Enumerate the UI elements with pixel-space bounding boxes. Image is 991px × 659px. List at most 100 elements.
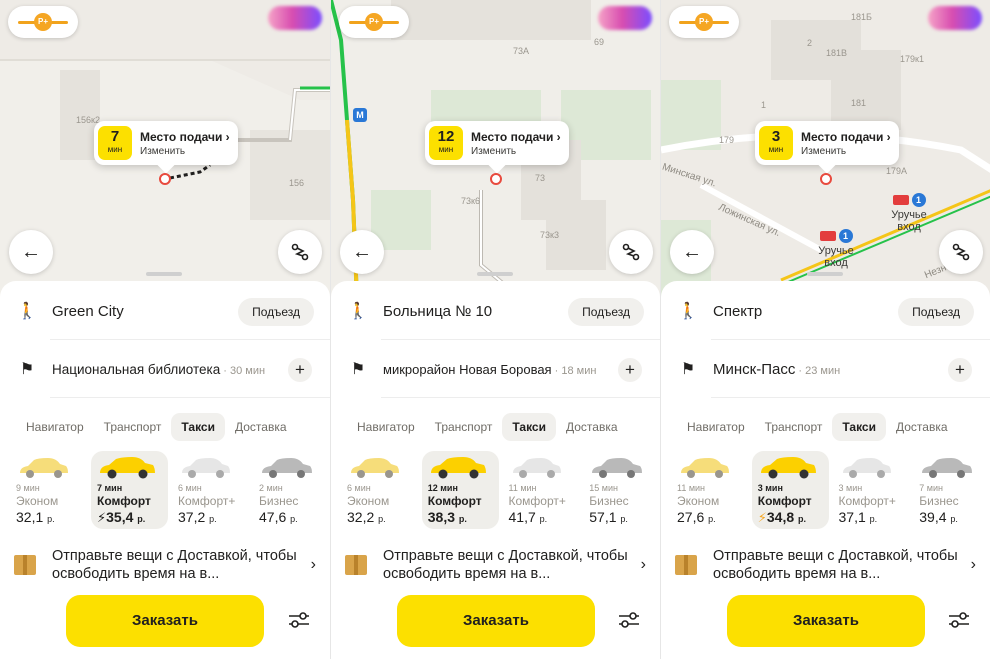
tab-taxi[interactable]: Такси (502, 413, 556, 441)
map[interactable]: M 73А 73 73к6 73к3 69 P+ 12 мин Место по… (331, 0, 660, 300)
tariff-card-econom[interactable]: 6 мин Эконом 32,2 р. (341, 451, 418, 529)
screen-2: M 73А 73 73к6 73к3 69 P+ 12 мин Место по… (330, 0, 660, 659)
tariff-currency: р. (137, 514, 146, 524)
tab-delivery[interactable]: Доставка (556, 413, 628, 441)
tariff-list: 6 мин Эконом 32,2 р. 12 мин Комфорт 38,3… (331, 451, 660, 529)
back-button[interactable]: ← (9, 230, 53, 274)
tab-delivery[interactable]: Доставка (886, 413, 958, 441)
tariff-card-comfort[interactable]: 12 мин Комфорт 38,3 р. (421, 451, 499, 529)
to-address-row[interactable]: ⚑ Национальная библиотека · 30 мин + (0, 341, 330, 397)
tariff-card-comfort-plus[interactable]: 3 мин Комфорт+ 37,1 р. (833, 451, 910, 529)
tariff-card-comfort[interactable]: 3 мин Комфорт ⚡34,8 р. (751, 451, 829, 529)
tariff-price: 35,4 (106, 509, 134, 525)
tab-taxi[interactable]: Такси (832, 413, 886, 441)
person-icon: 🚶 (17, 303, 37, 320)
add-stop-button[interactable]: + (618, 358, 642, 382)
toll-road-icon[interactable]: P+ (339, 6, 409, 38)
avatar[interactable] (928, 6, 982, 30)
route-button[interactable] (278, 230, 322, 274)
back-button[interactable]: ← (670, 230, 714, 274)
order-button[interactable]: Заказать (66, 595, 264, 647)
back-button[interactable]: ← (340, 230, 384, 274)
add-stop-button[interactable]: + (288, 358, 312, 382)
delivery-promo-banner[interactable]: Отправьте вещи с Доставкой, чтобы освобо… (0, 535, 330, 595)
tab-navigator[interactable]: Навигатор (677, 413, 755, 441)
route-button[interactable] (939, 230, 983, 274)
tariff-currency: р. (47, 514, 55, 524)
to-address-row[interactable]: ⚑ микрорайон Новая Боровая · 18 мин + (331, 341, 660, 397)
toll-road-icon[interactable]: P+ (669, 6, 739, 38)
pickup-eta-minutes: 7 (110, 128, 120, 145)
tariff-name: Бизнес (919, 494, 959, 508)
tariff-time: 15 мин (589, 483, 618, 493)
tab-navigator[interactable]: Навигатор (16, 413, 94, 441)
mode-tabs: Навигатор Транспорт Такси Доставка (331, 411, 660, 443)
add-stop-button[interactable]: + (948, 358, 972, 382)
tariff-name: Комфорт (757, 494, 812, 508)
sheet-handle[interactable] (146, 272, 182, 276)
delivery-promo-banner[interactable]: Отправьте вещи с Доставкой, чтобы освобо… (331, 535, 660, 595)
metro-entrance[interactable]: 1 Уручье вход (889, 193, 929, 233)
route-button[interactable] (609, 230, 653, 274)
house-number: 179 (719, 135, 735, 145)
tariff-currency: р. (539, 514, 548, 524)
from-address: Спектр (713, 302, 763, 320)
toll-road-icon[interactable]: P+ (8, 6, 78, 38)
tab-transport[interactable]: Транспорт (425, 413, 503, 441)
avatar[interactable] (268, 6, 322, 30)
entrance-button[interactable]: Подъезд (568, 298, 644, 326)
tab-navigator[interactable]: Навигатор (347, 413, 425, 441)
tariff-card-business[interactable]: 7 мин Бизнес 39,4 р. (913, 451, 990, 529)
plus-icon: + (295, 360, 305, 379)
pickup-point-card[interactable]: 3 мин Место подачи › Изменить (755, 121, 899, 174)
sliders-icon[interactable] (618, 611, 640, 629)
tab-taxi[interactable]: Такси (171, 413, 225, 441)
pickup-point-card[interactable]: 7 мин Место подачи › Изменить (94, 121, 238, 174)
tab-transport[interactable]: Транспорт (94, 413, 172, 441)
trip-duration: 23 мин (805, 364, 841, 377)
entrance-button[interactable]: Подъезд (238, 298, 314, 326)
tariff-price: 37,2 (178, 509, 206, 525)
tariff-card-econom[interactable]: 11 мин Эконом 27,6 р. (671, 451, 748, 529)
tariff-card-econom[interactable]: 9 мин Эконом 32,1 р. (10, 451, 87, 529)
promo-text: Отправьте вещи с Доставкой, чтобы освобо… (713, 548, 958, 582)
metro-entrance[interactable]: 1 Уручье вход (816, 229, 856, 269)
tab-transport[interactable]: Транспорт (755, 413, 833, 441)
mode-tabs: Навигатор Транспорт Такси Доставка (661, 411, 990, 443)
to-address: Национальная библиотека (52, 361, 221, 377)
tariff-card-business[interactable]: 2 мин Бизнес 47,6 р. (253, 451, 330, 529)
pickup-point-card[interactable]: 12 мин Место подачи › Изменить (425, 121, 569, 174)
sliders-icon[interactable] (948, 611, 970, 629)
house-number: 73А (513, 46, 530, 56)
to-address-row[interactable]: ⚑ Минск-Пасс · 23 мин + (661, 341, 990, 397)
from-address-row[interactable]: 🚶 Green City Подъезд (0, 283, 330, 339)
map[interactable]: 156к2 156 P+ 7 мин Место подачи › Измени… (0, 0, 330, 300)
house-number: 156 (289, 178, 305, 188)
order-button[interactable]: Заказать (727, 595, 925, 647)
car-icon (758, 455, 823, 481)
order-button[interactable]: Заказать (397, 595, 595, 647)
from-address-row[interactable]: 🚶 Спектр Подъезд (661, 283, 990, 339)
sheet-handle[interactable] (807, 272, 843, 276)
tariff-card-comfort-plus[interactable]: 11 мин Комфорт+ 41,7 р. (503, 451, 580, 529)
tab-delivery[interactable]: Доставка (225, 413, 297, 441)
promo-text: Отправьте вещи с Доставкой, чтобы освобо… (52, 548, 297, 582)
pickup-change-link[interactable]: Изменить (140, 146, 230, 157)
pickup-change-link[interactable]: Изменить (801, 146, 891, 157)
tariff-price: 37,1 (838, 509, 866, 525)
trip-duration: 30 мин (230, 364, 266, 377)
pickup-eta-badge: 3 мин (759, 126, 793, 160)
pickup-title: Место подачи (801, 129, 884, 144)
tariff-card-comfort-plus[interactable]: 6 мин Комфорт+ 37,2 р. (172, 451, 249, 529)
tariff-card-business[interactable]: 15 мин Бизнес 57,1 р. (583, 451, 660, 529)
map[interactable]: 181Б 181В 179 179А 181 179к1 2 1 Минская… (661, 0, 990, 300)
tariff-card-comfort[interactable]: 7 мин Комфорт ⚡35,4 р. (91, 451, 168, 529)
from-address-row[interactable]: 🚶 Больница № 10 Подъезд (331, 283, 660, 339)
avatar[interactable] (598, 6, 652, 30)
car-icon (97, 455, 162, 481)
pickup-change-link[interactable]: Изменить (471, 146, 561, 157)
delivery-promo-banner[interactable]: Отправьте вещи с Доставкой, чтобы освобо… (661, 535, 990, 595)
sheet-handle[interactable] (477, 272, 513, 276)
sliders-icon[interactable] (288, 611, 310, 629)
entrance-button[interactable]: Подъезд (898, 298, 974, 326)
